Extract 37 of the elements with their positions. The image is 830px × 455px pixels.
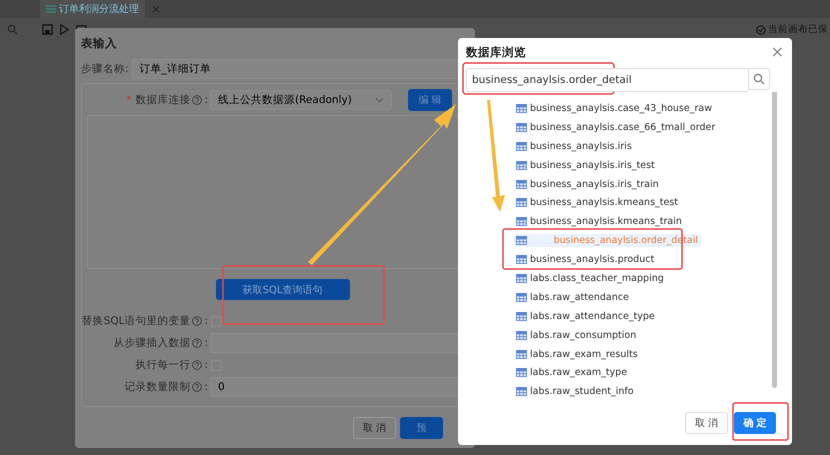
table-item[interactable]: labs.raw_attendance_type (516, 310, 658, 323)
table-item[interactable]: labs.raw_consumption (516, 328, 640, 342)
table-item[interactable]: business_anaylsis.case_66_tmall_order (516, 120, 718, 134)
save-status-text: 当前画布已保 (768, 23, 828, 36)
cancel-button[interactable]: 取 消 (353, 417, 396, 439)
table-item[interactable]: labs.raw_exam_type (516, 366, 630, 380)
connection-select[interactable]: 线上公共数据源(Readonly) (210, 90, 392, 110)
dialog-title: 数据库浏览 (466, 44, 526, 60)
colon: : (204, 359, 208, 371)
table-item[interactable]: labs.raw_exam_results (516, 348, 641, 361)
search-field[interactable]: business_anaylsis.order_detail (466, 68, 748, 92)
table-item[interactable]: labs.raw_attendance (516, 290, 632, 304)
table-item[interactable]: labs.raw_student_info (516, 385, 637, 398)
table-item[interactable]: business_anaylsis.case_43_house_raw (516, 102, 715, 115)
table-item[interactable]: business_anaylsis.iris (516, 140, 635, 153)
table-item[interactable]: business_anaylsis.kmeans_test (516, 196, 682, 210)
colon: : (204, 94, 208, 106)
field-label: 数据库连接 (135, 93, 190, 107)
field-label: 记录数量限制 (124, 380, 190, 394)
canvas-tab[interactable]: 订单利润分流处理 (40, 0, 145, 18)
field-label: 步骤名称: (81, 62, 129, 76)
colon: : (204, 381, 208, 393)
table-item[interactable]: business_anaylsis.product (516, 253, 658, 266)
table-item[interactable]: business_anaylsis.iris_train (516, 178, 662, 190)
table-item[interactable]: labs.class_teacher_mapping (516, 272, 667, 285)
field-label: 替换SQL语句里的变量 (82, 314, 190, 328)
table-item[interactable]: business_anaylsis.kmeans_train (516, 215, 685, 228)
required-mark: * (126, 94, 132, 106)
colon: : (204, 315, 208, 327)
table-item[interactable]: business_anaylsis.iris_test (516, 158, 658, 172)
cancel-button[interactable]: 取 消 (685, 412, 728, 434)
dialog-title: 表输入 (81, 36, 118, 51)
confirm-button[interactable]: 确 定 (734, 412, 776, 434)
field-label: 执行每一行 (135, 358, 190, 372)
colon: : (204, 337, 208, 349)
close-button[interactable]: × (770, 44, 784, 60)
field-label: 从步骤插入数据 (113, 336, 190, 350)
